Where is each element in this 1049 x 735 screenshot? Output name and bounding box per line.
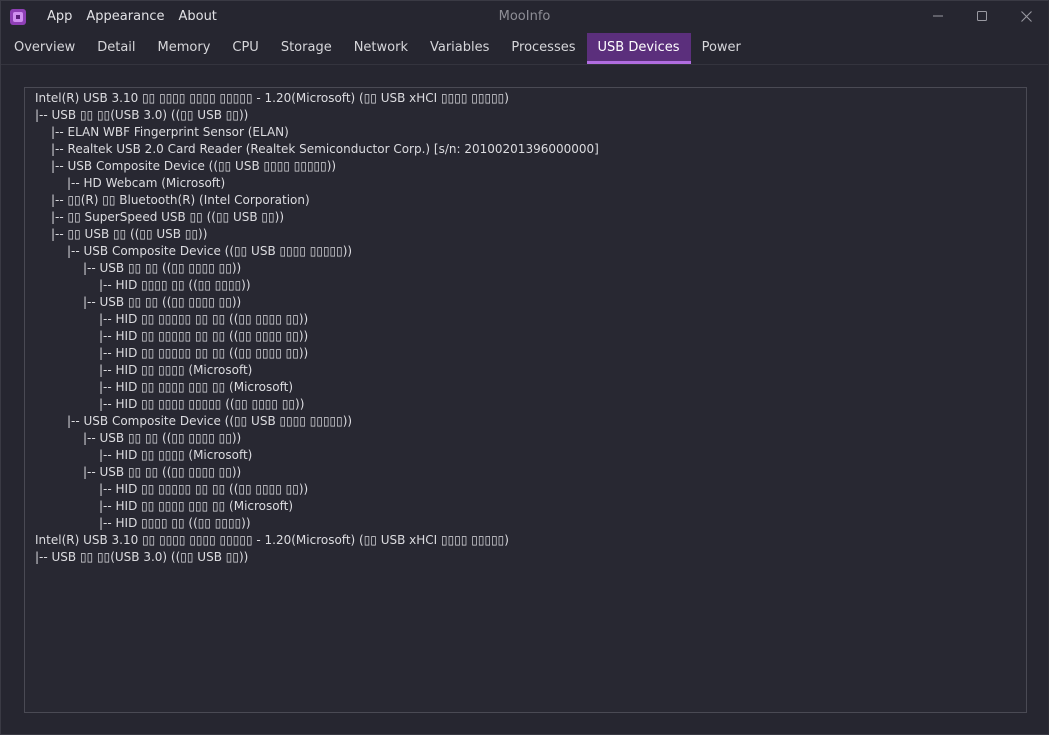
tree-item: |-- HID ▯▯ ▯▯▯▯▯ ▯▯ ▯▯ ((▯▯ ▯▯▯▯ ▯▯)) [99,346,309,360]
tree-item: |-- HID ▯▯ ▯▯▯▯▯ ▯▯ ▯▯ ((▯▯ ▯▯▯▯ ▯▯)) [99,482,309,496]
close-icon [1020,10,1032,22]
tree-item: |-- Realtek USB 2.0 Card Reader (Realtek… [51,142,599,156]
tree-item: |-- HID ▯▯▯▯ ▯▯ ((▯▯ ▯▯▯▯)) [99,278,251,292]
tree-item: |-- USB ▯▯ ▯▯ ((▯▯ ▯▯▯▯ ▯▯)) [83,295,242,309]
tab-detail[interactable]: Detail [86,33,146,64]
tab-usb-devices[interactable]: USB Devices [586,33,691,64]
tree-item: Intel(R) USB 3.10 ▯▯ ▯▯▯▯ ▯▯▯▯ ▯▯▯▯▯ - 1… [35,91,509,105]
tab-power[interactable]: Power [691,33,752,64]
tab-bar: Overview Detail Memory CPU Storage Network Var… [1,33,1048,65]
tab-memory[interactable]: Memory [147,33,222,64]
main-window: App Appearance About MooInfo Overview Det… [0,0,1049,735]
tree-item: |-- HID ▯▯ ▯▯▯▯▯ ▯▯ ▯▯ ((▯▯ ▯▯▯▯ ▯▯)) [99,312,309,326]
tree-item: |-- USB Composite Device ((▯▯ USB ▯▯▯▯ ▯… [67,244,353,258]
minimize-icon [933,15,943,17]
tree-item: |-- HID ▯▯ ▯▯▯▯ ▯▯▯ ▯▯ (Microsoft) [99,499,294,513]
tree-item: |-- ▯▯ USB ▯▯ ((▯▯ USB ▯▯)) [51,227,208,241]
tree-item: |-- ELAN WBF Fingerprint Sensor (ELAN) [51,125,289,139]
tree-item: |-- ▯▯ SuperSpeed USB ▯▯ ((▯▯ USB ▯▯)) [51,210,284,224]
tab-storage[interactable]: Storage [270,33,343,64]
tree-item: |-- HID ▯▯ ▯▯▯▯ (Microsoft) [99,448,253,462]
tree-item: |-- HID ▯▯ ▯▯▯▯ (Microsoft) [99,363,253,377]
tree-item: Intel(R) USB 3.10 ▯▯ ▯▯▯▯ ▯▯▯▯ ▯▯▯▯▯ - 1… [35,533,509,547]
maximize-button[interactable] [960,1,1004,31]
tree-item: |-- USB ▯▯ ▯▯(USB 3.0) ((▯▯ USB ▯▯)) [35,108,249,122]
tree-item: |-- USB ▯▯ ▯▯ ((▯▯ ▯▯▯▯ ▯▯)) [83,431,242,445]
tree-item: |-- ▯▯(R) ▯▯ Bluetooth(R) (Intel Corpora… [51,193,310,207]
tab-processes[interactable]: Processes [500,33,586,64]
title-bar[interactable]: App Appearance About MooInfo [1,1,1048,33]
window-controls [916,1,1048,33]
tab-overview[interactable]: Overview [3,33,86,64]
tree-item: |-- HD Webcam (Microsoft) [67,176,226,190]
tree-item: |-- USB ▯▯ ▯▯ ((▯▯ ▯▯▯▯ ▯▯)) [83,465,242,479]
tree-item: |-- HID ▯▯ ▯▯▯▯ ▯▯▯ ▯▯ (Microsoft) [99,380,294,394]
menu-app[interactable]: App [40,1,79,33]
tree-item: |-- HID ▯▯▯▯ ▯▯ ((▯▯ ▯▯▯▯)) [99,516,251,530]
maximize-icon [977,11,987,21]
close-button[interactable] [1004,1,1048,31]
tree-item: |-- USB Composite Device ((▯▯ USB ▯▯▯▯ ▯… [67,414,353,428]
app-chip-icon [10,9,26,25]
tree-item: |-- USB Composite Device ((▯▯ USB ▯▯▯▯ ▯… [51,159,337,173]
tree-item: |-- USB ▯▯ ▯▯ ((▯▯ ▯▯▯▯ ▯▯)) [83,261,242,275]
menu-appearance[interactable]: Appearance [79,1,171,33]
tree-item: |-- HID ▯▯ ▯▯▯▯ ▯▯▯▯▯ ((▯▯ ▯▯▯▯ ▯▯)) [99,397,305,411]
tree-item: |-- HID ▯▯ ▯▯▯▯▯ ▯▯ ▯▯ ((▯▯ ▯▯▯▯ ▯▯)) [99,329,309,343]
tab-variables[interactable]: Variables [419,33,500,64]
tree-item: |-- USB ▯▯ ▯▯(USB 3.0) ((▯▯ USB ▯▯)) [35,550,249,564]
menu-about[interactable]: About [171,1,223,33]
minimize-button[interactable] [916,1,960,31]
usb-device-tree[interactable]: Intel(R) USB 3.10 ▯▯ ▯▯▯▯ ▯▯▯▯ ▯▯▯▯▯ - 1… [24,87,1027,713]
tab-network[interactable]: Network [343,33,419,64]
tab-cpu[interactable]: CPU [221,33,269,64]
